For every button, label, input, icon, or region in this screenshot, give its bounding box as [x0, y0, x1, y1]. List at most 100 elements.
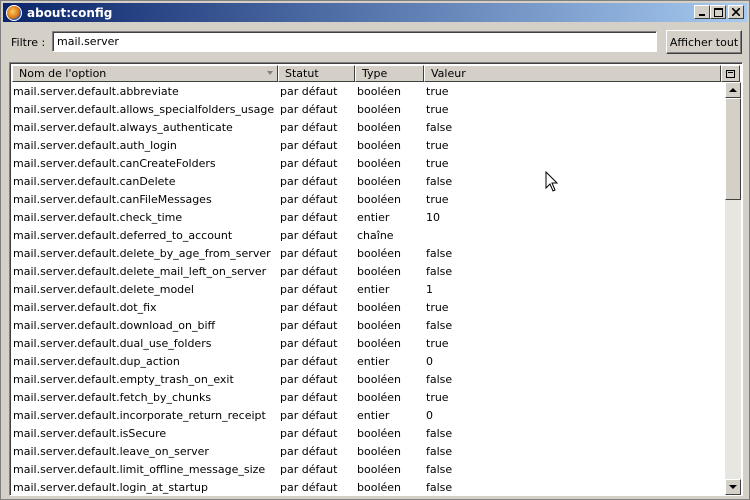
status-cell: par défaut — [280, 156, 338, 170]
table-row[interactable]: mail.server.default.canDelete par défaut b… — [12, 172, 723, 190]
column-header-type[interactable]: Type — [355, 65, 424, 82]
value-cell: false — [426, 426, 453, 440]
type-cell: entier — [357, 210, 390, 224]
value-cell: true — [426, 102, 449, 116]
about-config-window: about:config Filtre : mail.server Affich… — [0, 0, 750, 500]
table-row[interactable]: mail.server.default.check_time par défaut… — [12, 208, 723, 226]
type-cell: booléen — [357, 174, 402, 188]
filter-input[interactable]: mail.server — [52, 31, 657, 52]
type-cell: booléen — [357, 462, 402, 476]
table-row[interactable]: mail.server.default.fetch_by_chunks par d… — [12, 388, 723, 406]
close-icon — [732, 8, 740, 16]
type-cell: booléen — [357, 480, 402, 494]
option-name-cell: mail.server.default.check_time — [13, 210, 183, 224]
table-row[interactable]: mail.server.default.limit_offline_messag… — [12, 460, 723, 478]
title-bar[interactable]: about:config — [3, 3, 747, 22]
table-row[interactable]: mail.server.default.delete_model par défa… — [12, 280, 723, 298]
option-name-cell: mail.server.default.download_on_biff — [13, 318, 216, 332]
table-row[interactable]: mail.server.default.incorporate_return_r… — [12, 406, 723, 424]
status-cell: par défaut — [280, 354, 338, 368]
table-row[interactable]: mail.server.default.delete_mail_left_on_… — [12, 262, 723, 280]
table-row[interactable]: mail.server.default.download_on_biff par … — [12, 316, 723, 334]
value-cell: false — [426, 120, 453, 134]
table-body: mail.server.default.abbreviate par défaut… — [12, 82, 723, 495]
scroll-down-button[interactable] — [725, 479, 741, 495]
status-cell: par défaut — [280, 102, 338, 116]
value-cell: true — [426, 84, 449, 98]
config-tree: Nom de l'option Statut Type Valeur mail.… — [9, 62, 743, 496]
value-cell: false — [426, 174, 453, 188]
value-cell: false — [426, 462, 453, 476]
table-row[interactable]: mail.server.default.auth_login par défaut… — [12, 136, 723, 154]
value-cell: 0 — [426, 408, 433, 422]
table-row[interactable]: mail.server.default.allows_specialfolder… — [12, 100, 723, 118]
table-row[interactable]: mail.server.default.deferred_to_account p… — [12, 226, 723, 244]
column-header-type-label: Type — [362, 67, 388, 80]
type-cell: entier — [357, 282, 390, 296]
column-header-name[interactable]: Nom de l'option — [12, 65, 278, 82]
status-cell: par défaut — [280, 192, 338, 206]
status-cell: par défaut — [280, 390, 338, 404]
sort-indicator-icon — [267, 71, 273, 75]
type-cell: booléen — [357, 444, 402, 458]
type-cell: entier — [357, 408, 390, 422]
value-cell: 0 — [426, 354, 433, 368]
value-cell: true — [426, 156, 449, 170]
column-header-row: Nom de l'option Statut Type Valeur — [12, 65, 740, 82]
table-row[interactable]: mail.server.default.dot_fix par défaut boo… — [12, 298, 723, 316]
table-row[interactable]: mail.server.default.empty_trash_on_exit p… — [12, 370, 723, 388]
scrollbar-thumb[interactable] — [725, 98, 741, 200]
window-title: about:config — [27, 5, 113, 20]
vertical-scrollbar[interactable] — [725, 82, 741, 495]
option-name-cell: mail.server.default.deferred_to_account — [13, 228, 233, 242]
option-name-cell: mail.server.default.auth_login — [13, 138, 177, 152]
type-cell: booléen — [357, 84, 402, 98]
column-picker-button[interactable] — [721, 65, 740, 82]
type-cell: booléen — [357, 372, 402, 386]
type-cell: booléen — [357, 426, 402, 440]
value-cell: false — [426, 246, 453, 260]
table-row[interactable]: mail.server.default.delete_by_age_from_s… — [12, 244, 723, 262]
column-header-value-label: Valeur — [431, 67, 466, 80]
status-cell: par défaut — [280, 300, 338, 314]
option-name-cell: mail.server.default.delete_model — [13, 282, 194, 296]
filter-bar: Filtre : mail.server Afficher tout — [1, 27, 750, 57]
option-name-cell: mail.server.default.fetch_by_chunks — [13, 390, 212, 404]
status-cell: par défaut — [280, 228, 338, 242]
option-name-cell: mail.server.default.empty_trash_on_exit — [13, 372, 234, 386]
show-all-button[interactable]: Afficher tout — [666, 30, 742, 54]
table-row[interactable]: mail.server.default.dup_action par défaut… — [12, 352, 723, 370]
app-icon — [6, 4, 22, 21]
table-row[interactable]: mail.server.default.canFileMessages par d… — [12, 190, 723, 208]
option-name-cell: mail.server.default.delete_mail_left_on_… — [13, 264, 267, 278]
status-cell: par défaut — [280, 120, 338, 134]
column-header-value[interactable]: Valeur — [424, 65, 721, 82]
table-row[interactable]: mail.server.default.login_at_startup par … — [12, 478, 723, 495]
table-row[interactable]: mail.server.default.isSecure par défaut bo… — [12, 424, 723, 442]
status-cell: par défaut — [280, 246, 338, 260]
table-row[interactable]: mail.server.default.always_authenticate p… — [12, 118, 723, 136]
type-cell: entier — [357, 354, 390, 368]
value-cell: 10 — [426, 210, 440, 224]
type-cell: booléen — [357, 120, 402, 134]
minimize-button[interactable] — [694, 5, 710, 19]
value-cell: true — [426, 300, 449, 314]
maximize-button[interactable] — [710, 5, 726, 19]
type-cell: booléen — [357, 138, 402, 152]
scroll-up-button[interactable] — [725, 82, 741, 98]
close-button[interactable] — [728, 5, 744, 19]
table-row[interactable]: mail.server.default.dual_use_folders par … — [12, 334, 723, 352]
value-cell: false — [426, 372, 453, 386]
value-cell: true — [426, 192, 449, 206]
value-cell: 1 — [426, 282, 433, 296]
option-name-cell: mail.server.default.incorporate_return_r… — [13, 408, 266, 422]
status-cell: par défaut — [280, 138, 338, 152]
option-name-cell: mail.server.default.always_authenticate — [13, 120, 233, 134]
table-row[interactable]: mail.server.default.canCreateFolders par … — [12, 154, 723, 172]
value-cell: true — [426, 336, 449, 350]
status-cell: par défaut — [280, 210, 338, 224]
column-header-status[interactable]: Statut — [278, 65, 355, 82]
table-row[interactable]: mail.server.default.abbreviate par défaut… — [12, 82, 723, 100]
filter-label: Filtre : — [11, 36, 46, 49]
table-row[interactable]: mail.server.default.leave_on_server par d… — [12, 442, 723, 460]
